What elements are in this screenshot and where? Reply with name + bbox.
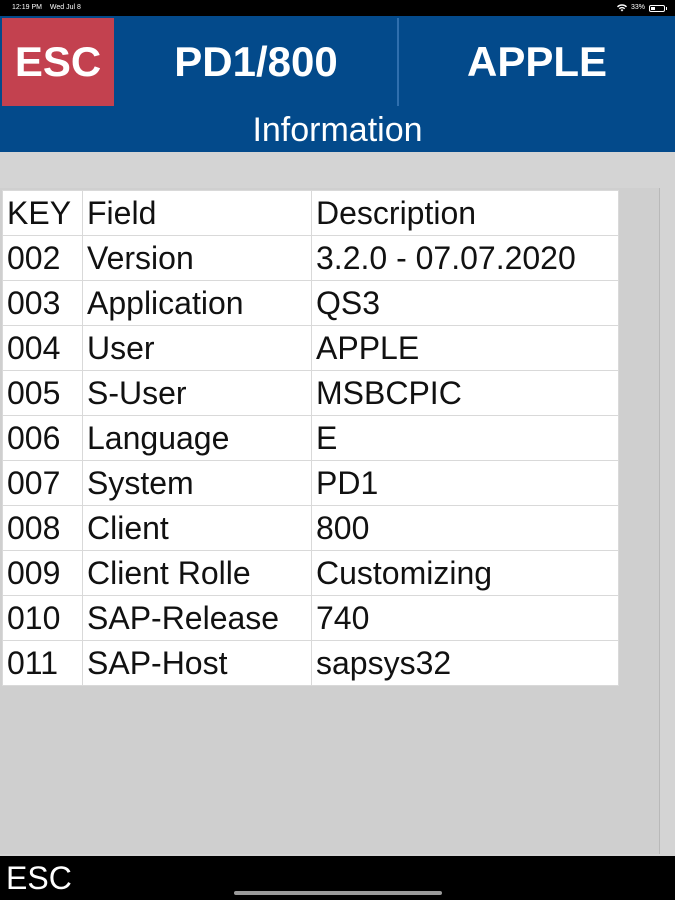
cell-key: 004 (2, 325, 83, 371)
cell-description: E (311, 415, 619, 461)
table-row[interactable]: 008 Client 800 (2, 505, 619, 551)
cell-key: 011 (2, 640, 83, 686)
cell-field: Client (82, 505, 312, 551)
user-label: APPLE (466, 38, 608, 85)
cell-field: Client Rolle (82, 550, 312, 596)
cell-field: User (82, 325, 312, 371)
cell-key: 006 (2, 415, 83, 461)
cell-key: 002 (2, 235, 83, 281)
status-date: Wed Jul 8 (49, 4, 81, 11)
system-client-label: PD1/800 (174, 38, 338, 85)
table-row[interactable]: 006 Language E (2, 415, 619, 461)
cell-field: S-User (82, 370, 312, 416)
cell-key: 008 (2, 505, 83, 551)
cell-description: PD1 (311, 460, 619, 506)
cell-description: 800 (311, 505, 619, 551)
cell-description: Customizing (311, 550, 619, 596)
table-row[interactable]: 007 System PD1 (2, 460, 619, 506)
app-header: ESC PD1/800 APPLE Information (0, 16, 675, 152)
content-area: KEY Field Description 002 Version 3.2.0 … (0, 152, 675, 856)
column-header-description: Description (311, 190, 619, 236)
table-row[interactable]: 009 Client Rolle Customizing (2, 550, 619, 596)
cell-field: SAP-Host (82, 640, 312, 686)
cell-field: Application (82, 280, 312, 326)
status-time: 12:19 PM (12, 4, 42, 11)
cell-description: sapsys32 (311, 640, 619, 686)
table-row[interactable]: 004 User APPLE (2, 325, 619, 371)
cell-key: 009 (2, 550, 83, 596)
cell-description: MSBCPIC (311, 370, 619, 416)
bottom-esc-button[interactable]: ESC (6, 860, 72, 897)
cell-field: Version (82, 235, 312, 281)
table-row[interactable]: 011 SAP-Host sapsys32 (2, 640, 619, 686)
cell-description: QS3 (311, 280, 619, 326)
page-title: Information (252, 110, 423, 149)
wifi-icon (616, 4, 627, 12)
cell-field: Language (82, 415, 312, 461)
cell-description: APPLE (311, 325, 619, 371)
table-row[interactable]: 005 S-User MSBCPIC (2, 370, 619, 416)
cell-key: 005 (2, 370, 83, 416)
cell-description: 3.2.0 - 07.07.2020 (311, 235, 619, 281)
battery-fill (651, 6, 655, 10)
cell-field: SAP-Release (82, 595, 312, 641)
table-row[interactable]: 010 SAP-Release 740 (2, 595, 619, 641)
status-bar: 12:19 PM Wed Jul 8 33% (0, 0, 675, 16)
esc-button[interactable]: ESC (2, 18, 114, 106)
cell-key: 007 (2, 460, 83, 506)
cell-key: 003 (2, 280, 83, 326)
cell-field: System (82, 460, 312, 506)
cell-key: 010 (2, 595, 83, 641)
battery-percent: 33% (630, 4, 645, 11)
table-header-row: KEY Field Description (2, 190, 619, 236)
home-indicator[interactable] (234, 891, 442, 895)
column-header-key: KEY (2, 190, 83, 236)
battery-icon (649, 4, 667, 12)
table-row[interactable]: 003 Application QS3 (2, 280, 619, 326)
info-table: KEY Field Description 002 Version 3.2.0 … (2, 190, 619, 686)
cell-description: 740 (311, 595, 619, 641)
table-row[interactable]: 002 Version 3.2.0 - 07.07.2020 (2, 235, 619, 281)
column-header-field: Field (82, 190, 312, 236)
